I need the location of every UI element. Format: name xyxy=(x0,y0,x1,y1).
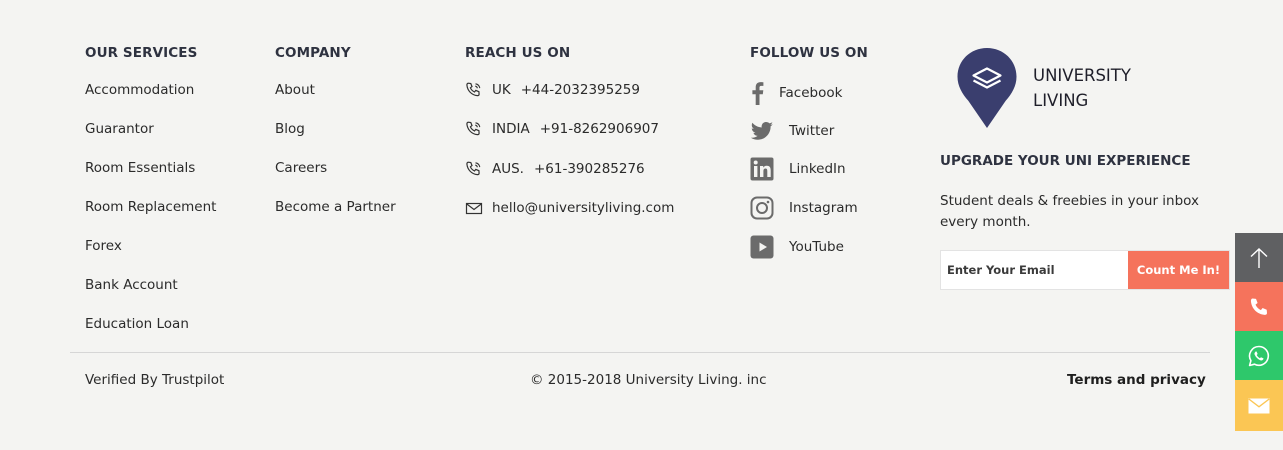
social-linkedin[interactable]: LinkedIn xyxy=(750,157,846,181)
contact-country: AUS. xyxy=(492,161,524,177)
terms-privacy-link[interactable]: Terms and privacy xyxy=(1067,372,1206,388)
brand-name: UNIVERSITY LIVING xyxy=(1033,63,1131,113)
facebook-icon xyxy=(750,81,764,105)
brand-line2: LIVING xyxy=(1033,91,1089,110)
social-instagram[interactable]: Instagram xyxy=(750,196,858,220)
copyright-text: © 2015-2018 University Living. inc xyxy=(530,372,767,388)
social-label: Twitter xyxy=(789,123,835,139)
services-link-room-replacement[interactable]: Room Replacement xyxy=(85,199,216,215)
services-link-room-essentials[interactable]: Room Essentials xyxy=(85,160,195,176)
phone-icon xyxy=(1247,295,1271,319)
phone-icon xyxy=(465,121,483,137)
mail-icon xyxy=(465,200,483,216)
follow-heading: FOLLOW US ON xyxy=(750,45,868,61)
contact-number: +61-390285276 xyxy=(533,161,645,177)
services-link-accommodation[interactable]: Accommodation xyxy=(85,82,194,98)
social-label: Facebook xyxy=(779,85,843,101)
scroll-to-top-button[interactable] xyxy=(1235,233,1283,282)
services-link-bank-account[interactable]: Bank Account xyxy=(85,277,178,293)
arrow-up-icon xyxy=(1247,246,1271,270)
twitter-icon xyxy=(750,119,774,143)
services-link-education-loan[interactable]: Education Loan xyxy=(85,316,189,332)
whatsapp-icon xyxy=(1247,344,1271,368)
contact-number: +91-8262906907 xyxy=(539,121,659,137)
call-button[interactable] xyxy=(1235,282,1283,331)
social-label: LinkedIn xyxy=(789,161,846,177)
social-label: YouTube xyxy=(789,239,844,255)
social-youtube[interactable]: YouTube xyxy=(750,235,844,259)
company-heading: COMPANY xyxy=(275,45,351,61)
contact-phone-uk[interactable]: UK +44-2032395259 xyxy=(465,82,640,98)
contact-email-text: hello@universityliving.com xyxy=(492,200,675,216)
reach-heading: REACH US ON xyxy=(465,45,571,61)
newsletter-form: Count Me In! xyxy=(940,250,1230,290)
university-living-logo[interactable] xyxy=(956,46,1018,130)
email-button[interactable] xyxy=(1235,380,1283,431)
phone-icon xyxy=(465,82,483,98)
count-me-in-button[interactable]: Count Me In! xyxy=(1128,251,1229,289)
youtube-icon xyxy=(750,235,774,259)
contact-country: UK xyxy=(492,82,511,98)
social-facebook[interactable]: Facebook xyxy=(750,81,842,105)
contact-phone-aus[interactable]: AUS. +61-390285276 xyxy=(465,161,645,177)
company-link-careers[interactable]: Careers xyxy=(275,160,327,176)
company-link-about[interactable]: About xyxy=(275,82,315,98)
services-heading: OUR SERVICES xyxy=(85,45,198,61)
company-link-become-partner[interactable]: Become a Partner xyxy=(275,199,396,215)
services-link-guarantor[interactable]: Guarantor xyxy=(85,121,154,137)
email-input[interactable] xyxy=(941,251,1128,289)
social-label: Instagram xyxy=(789,200,858,216)
contact-country: INDIA xyxy=(492,121,530,137)
trustpilot-link[interactable]: Verified By Trustpilot xyxy=(85,372,224,388)
social-twitter[interactable]: Twitter xyxy=(750,119,834,143)
phone-icon xyxy=(465,161,483,177)
whatsapp-button[interactable] xyxy=(1235,331,1283,380)
instagram-icon xyxy=(750,196,774,220)
newsletter-title: UPGRADE YOUR UNI EXPERIENCE xyxy=(940,153,1191,169)
brand-line1: UNIVERSITY xyxy=(1033,66,1131,85)
contact-phone-india[interactable]: INDIA +91-8262906907 xyxy=(465,121,659,137)
footer-divider xyxy=(70,352,1210,353)
company-link-blog[interactable]: Blog xyxy=(275,121,305,137)
contact-number: +44-2032395259 xyxy=(520,82,640,98)
mail-icon xyxy=(1247,394,1271,418)
linkedin-icon xyxy=(750,157,774,181)
services-link-forex[interactable]: Forex xyxy=(85,238,122,254)
newsletter-text: Student deals & freebies in your inbox e… xyxy=(940,193,1199,230)
contact-email[interactable]: hello@universityliving.com xyxy=(465,200,674,216)
